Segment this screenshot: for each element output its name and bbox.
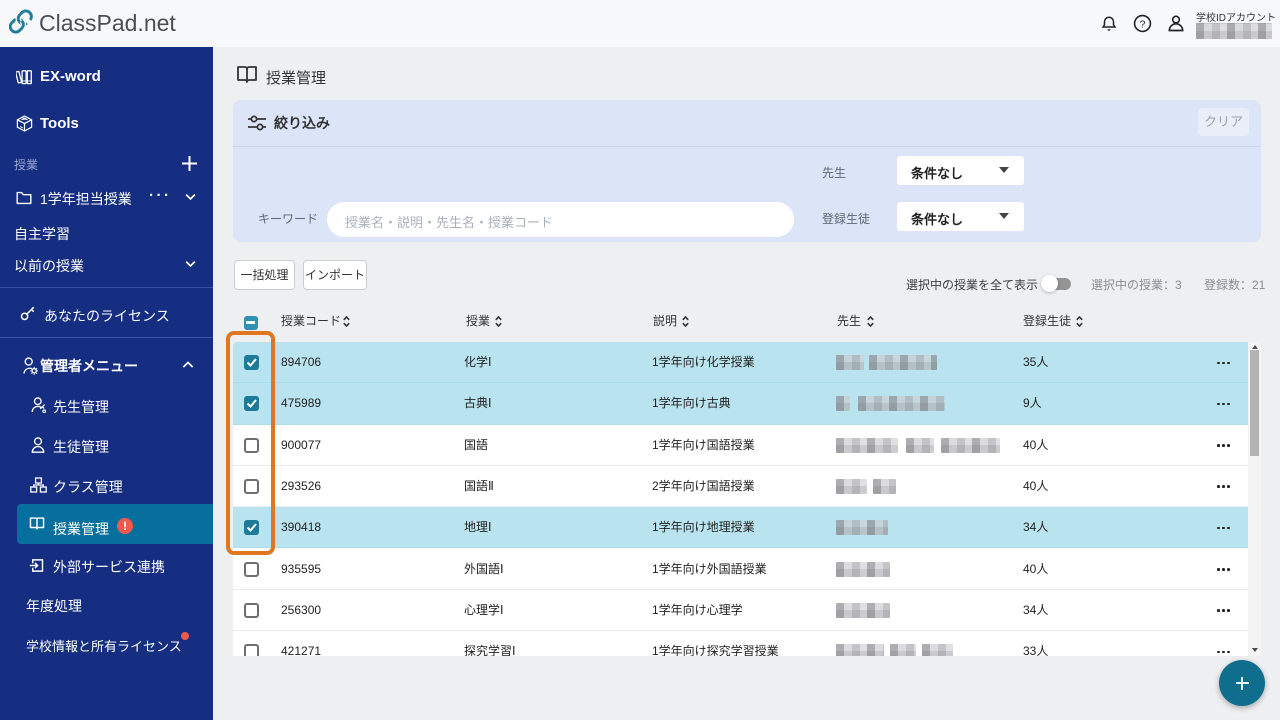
svg-text:?: ? — [1140, 19, 1146, 30]
